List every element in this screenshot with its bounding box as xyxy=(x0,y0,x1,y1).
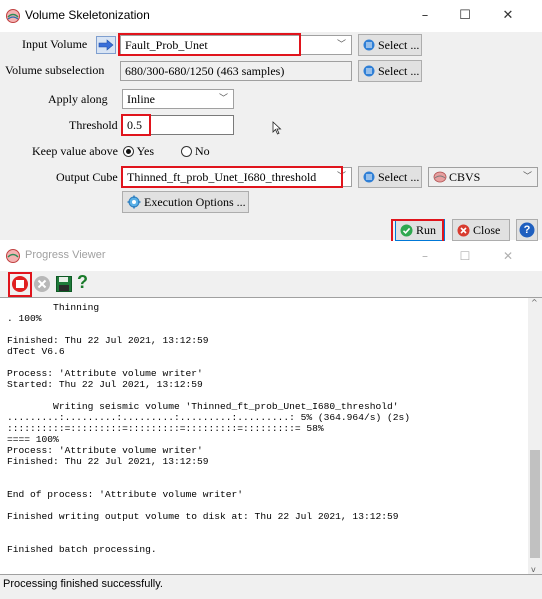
select-input-label: Select ... xyxy=(378,38,420,52)
run-button[interactable]: Run xyxy=(395,219,445,241)
minimize-button[interactable]: – xyxy=(410,4,440,28)
chevron-down-icon: ﹀ xyxy=(218,94,228,104)
help-label: ? xyxy=(523,224,531,236)
select-output-label: Select ... xyxy=(378,170,420,184)
save-icon[interactable] xyxy=(55,275,73,293)
scroll-down-icon[interactable]: v xyxy=(531,565,536,574)
select-output-button[interactable]: Select ... xyxy=(358,166,422,188)
gear-icon xyxy=(127,195,141,209)
chevron-down-icon: ﹀ xyxy=(522,172,532,182)
log-line: dTect V6.6 xyxy=(7,346,65,357)
log-text: Thinning. 100% Finished: Thu 22 Jul 2021… xyxy=(7,302,527,574)
mouse-cursor-icon xyxy=(272,121,282,135)
execution-options-label: Execution Options ... xyxy=(144,195,246,209)
radio-yes[interactable]: Yes xyxy=(123,144,154,159)
radio-no[interactable]: No xyxy=(181,144,210,159)
progress-close-button[interactable]: ✕ xyxy=(493,245,523,267)
log-line: Writing seismic volume 'Thinned_ft_prob_… xyxy=(7,401,399,412)
execution-options-button[interactable]: Execution Options ... xyxy=(122,191,249,213)
apply-along-combo[interactable]: Inline ﹀ xyxy=(122,89,234,109)
close-circle-icon xyxy=(457,224,470,237)
keep-value-above-label: Keep value above xyxy=(32,144,118,158)
log-line: Process: 'Attribute volume writer' xyxy=(7,368,203,379)
dialog-title: Volume Skeletonization xyxy=(25,8,150,22)
chevron-down-icon: ﹀ xyxy=(336,172,346,182)
radio-unchecked-icon xyxy=(181,145,192,157)
scroll-up-icon[interactable]: ^ xyxy=(531,298,538,307)
volume-skeletonization-dialog: Volume Skeletonization – ☐ ✕ Input Volum… xyxy=(0,0,542,244)
log-panel: Thinning. 100% Finished: Thu 22 Jul 2021… xyxy=(0,297,542,575)
log-line: ==== 100% xyxy=(7,434,59,445)
help-button[interactable]: ? xyxy=(516,219,538,241)
progress-viewer-window: Progress Viewer – ☐ ✕ ? Thinning. 100% F… xyxy=(0,241,542,599)
log-line: Thinning xyxy=(7,302,100,313)
input-volume-label: Input Volume xyxy=(22,37,88,51)
log-line: Finished batch processing. xyxy=(7,544,157,555)
select-subselection-button[interactable]: Select ... xyxy=(358,60,422,82)
list-icon xyxy=(363,65,375,77)
storage-format-value: CBVS xyxy=(449,170,481,184)
list-icon xyxy=(363,171,375,183)
run-label: Run xyxy=(416,223,437,237)
scrollbar-thumb[interactable] xyxy=(530,450,540,558)
select-input-button[interactable]: Select ... xyxy=(358,34,422,56)
threshold-label: Threshold xyxy=(69,118,118,132)
log-line: Finished: Thu 22 Jul 2021, 13:12:59 xyxy=(7,456,209,467)
close-window-button[interactable]: ✕ xyxy=(493,4,523,28)
volume-subselection-field: 680/300-680/1250 (463 samples) xyxy=(120,61,352,81)
threshold-input[interactable]: 0.5 xyxy=(122,115,234,135)
progress-minimize-button[interactable]: – xyxy=(410,245,440,267)
log-line: ::::::::::=:::::::::=:::::::::=:::::::::… xyxy=(7,423,324,434)
input-arrow-icon[interactable] xyxy=(96,36,116,54)
cancel-icon[interactable] xyxy=(33,275,51,293)
progress-title: Progress Viewer xyxy=(25,249,106,261)
close-button[interactable]: Close xyxy=(452,219,510,241)
log-line: .........:.........:.........:.........:… xyxy=(7,412,411,423)
radio-checked-icon xyxy=(123,145,134,157)
close-label: Close xyxy=(473,223,501,237)
apply-along-label: Apply along xyxy=(48,92,108,106)
progress-toolbar: ? xyxy=(0,271,542,297)
log-line: Process: 'Attribute volume writer' xyxy=(7,445,203,456)
radio-no-label: No xyxy=(195,144,210,158)
chevron-down-icon: ﹀ xyxy=(336,40,346,50)
log-scrollbar[interactable]: ^ v xyxy=(528,298,542,574)
maximize-button[interactable]: ☐ xyxy=(450,4,480,28)
storage-format-combo[interactable]: CBVS ﹀ xyxy=(428,167,538,187)
stop-icon[interactable] xyxy=(11,275,29,293)
opendtect-app-icon xyxy=(6,9,20,23)
list-icon xyxy=(363,39,375,51)
log-line: Finished writing output volume to disk a… xyxy=(7,511,399,522)
radio-yes-label: Yes xyxy=(136,144,155,158)
status-bar: Processing finished successfully. xyxy=(3,578,163,590)
log-line: . 100% xyxy=(7,313,42,324)
log-line: End of process: 'Attribute volume writer… xyxy=(7,489,244,500)
log-line: Started: Thu 22 Jul 2021, 13:12:59 xyxy=(7,379,203,390)
progress-maximize-button[interactable]: ☐ xyxy=(450,245,480,267)
opendtect-app-icon xyxy=(6,249,20,263)
output-cube-value: Thinned_ft_prob_Unet_I680_threshold xyxy=(127,170,317,184)
checkmark-icon xyxy=(400,224,413,237)
cbvs-icon xyxy=(433,171,447,183)
dialog-titlebar: Volume Skeletonization – ☐ ✕ xyxy=(0,0,542,32)
output-cube-combo[interactable]: Thinned_ft_prob_Unet_I680_threshold ﹀ xyxy=(122,167,352,187)
volume-subselection-label: Volume subselection xyxy=(5,63,105,77)
output-cube-label: Output Cube xyxy=(56,170,118,184)
select-subselection-label: Select ... xyxy=(378,64,420,78)
help-icon[interactable]: ? xyxy=(77,272,88,293)
input-volume-value: Fault_Prob_Unet xyxy=(125,38,208,52)
progress-titlebar: Progress Viewer – ☐ ✕ xyxy=(0,241,542,271)
apply-along-value: Inline xyxy=(127,92,155,106)
input-volume-combo[interactable]: Fault_Prob_Unet ﹀ xyxy=(120,35,352,55)
log-line: Finished: Thu 22 Jul 2021, 13:12:59 xyxy=(7,335,209,346)
